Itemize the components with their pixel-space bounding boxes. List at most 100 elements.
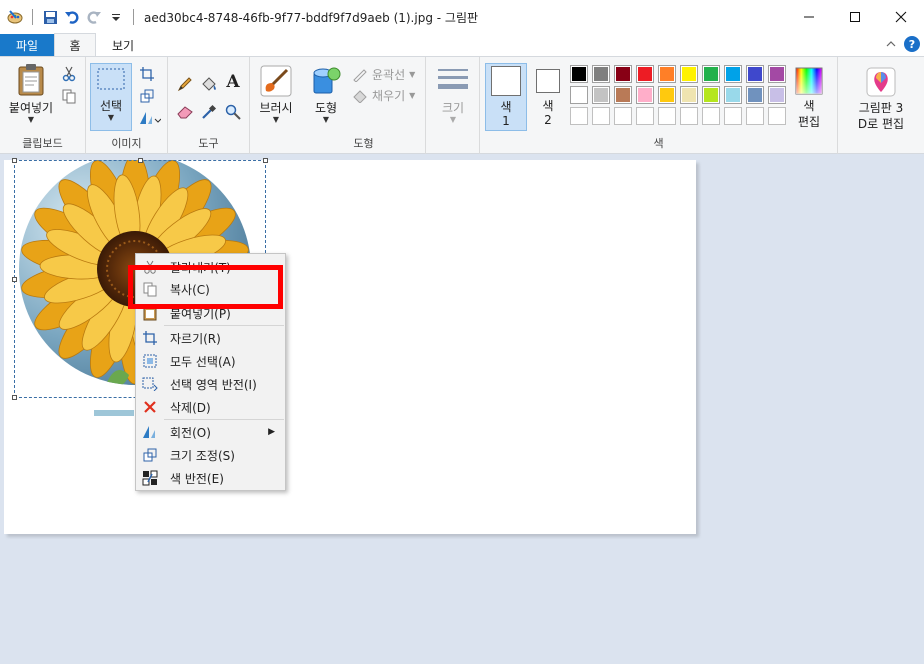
select-button-content[interactable]: 선택 ▼: [90, 67, 132, 122]
color-swatch[interactable]: [658, 86, 676, 104]
selection-handle[interactable]: [12, 158, 17, 163]
title-bar: aed30bc4-8748-46fb-9f77-bddf9f7d9aeb (1)…: [0, 0, 924, 34]
color-swatch[interactable]: [746, 107, 764, 125]
select-all-icon: [136, 354, 164, 368]
color2-swatch: [536, 69, 560, 93]
dropdown-arrow-icon: ▼: [27, 115, 35, 124]
fill-bucket-icon[interactable]: [200, 75, 218, 93]
brushes-button[interactable]: 브러시 ▼: [256, 65, 296, 124]
color-swatch[interactable]: [680, 86, 698, 104]
quick-access-toolbar: [0, 8, 138, 26]
color2-label: 색: [542, 99, 554, 113]
shapes-button[interactable]: 도형 ▼: [308, 65, 344, 124]
selection-handle[interactable]: [12, 395, 17, 400]
edit-with-paint3d-button[interactable]: 그림판 3 D로 편집: [842, 67, 920, 132]
color-swatch[interactable]: [570, 107, 588, 125]
color-swatch[interactable]: [592, 86, 610, 104]
paint3d-group: 그림판 3 D로 편집: [838, 57, 924, 154]
color-swatch[interactable]: [636, 65, 654, 83]
color-picker-icon[interactable]: [200, 103, 218, 121]
menu-item-crop[interactable]: 자르기(R): [136, 327, 285, 349]
crop-icon[interactable]: [138, 65, 156, 83]
pencil-icon[interactable]: [176, 75, 194, 93]
resize-icon[interactable]: [138, 87, 156, 105]
color-swatch[interactable]: [614, 86, 632, 104]
fill-button[interactable]: 채우기 ▼: [352, 87, 415, 104]
color1-label: 색: [500, 100, 512, 114]
minimize-button[interactable]: [786, 0, 832, 34]
color-swatch[interactable]: [658, 65, 676, 83]
customize-toolbar-icon[interactable]: [107, 8, 125, 26]
tools-group: A 도구: [168, 57, 250, 154]
shapes-group: 도형 ▼ 윤곽선 ▼ 채우기 ▼ 도형: [302, 57, 426, 154]
cut-icon[interactable]: [60, 65, 78, 83]
color-swatch[interactable]: [570, 65, 588, 83]
redo-icon[interactable]: [85, 8, 103, 26]
selection-handle[interactable]: [138, 158, 143, 163]
text-tool-icon[interactable]: A: [224, 72, 242, 92]
color-swatch[interactable]: [768, 65, 786, 83]
color-swatch[interactable]: [702, 107, 720, 125]
color-swatch[interactable]: [592, 65, 610, 83]
edit-colors-label-2: 편집: [797, 115, 821, 129]
color-swatch[interactable]: [636, 107, 654, 125]
paint3d-label-1: 그림판 3: [858, 101, 904, 115]
save-icon[interactable]: [41, 8, 59, 26]
size-button[interactable]: 크기 ▼: [434, 67, 472, 124]
color2-button[interactable]: 색 2: [532, 69, 564, 127]
color-swatch[interactable]: [658, 107, 676, 125]
color-swatch[interactable]: [702, 65, 720, 83]
shapes-label: 도형: [314, 101, 338, 115]
separator: [32, 9, 33, 25]
menu-item-rotate[interactable]: 회전(O) ▶: [136, 421, 285, 443]
edit-colors-label-1: 색: [803, 99, 815, 113]
color1-content[interactable]: 색 1: [485, 66, 527, 128]
color-swatch[interactable]: [724, 107, 742, 125]
menu-item-select-all[interactable]: 모두 선택(A): [136, 350, 285, 372]
color-swatch[interactable]: [614, 107, 632, 125]
invert-color-icon: [136, 470, 164, 486]
copy-icon[interactable]: [60, 87, 78, 105]
color-swatch[interactable]: [768, 86, 786, 104]
maximize-button[interactable]: [832, 0, 878, 34]
edit-colors-button[interactable]: 색 편집: [792, 67, 826, 130]
color-swatch[interactable]: [724, 65, 742, 83]
menu-item-invert-selection[interactable]: 선택 영역 반전(I): [136, 373, 285, 395]
menu-item-delete[interactable]: 삭제(D): [136, 396, 285, 418]
line-size-icon: [438, 69, 468, 89]
ribbon: 붙여넣기 ▼ 클립보드 선택 ▼ 이미지 A 도구 브러시 ▼ 도형 ▼ 윤곽선…: [0, 56, 924, 154]
color-swatch[interactable]: [768, 107, 786, 125]
menu-item-resize[interactable]: 크기 조정(S): [136, 444, 285, 466]
color-swatch[interactable]: [724, 86, 742, 104]
color-swatch[interactable]: [614, 65, 632, 83]
selection-handle[interactable]: [12, 277, 17, 282]
menu-item-invert-color[interactable]: 색 반전(E): [136, 467, 285, 489]
outline-button[interactable]: 윤곽선 ▼: [352, 66, 415, 83]
eraser-icon[interactable]: [176, 103, 194, 121]
tab-file[interactable]: 파일: [0, 34, 54, 56]
color-swatch[interactable]: [702, 86, 720, 104]
color-swatch[interactable]: [680, 65, 698, 83]
color-swatch[interactable]: [680, 107, 698, 125]
paste-button[interactable]: 붙여넣기 ▼: [6, 63, 56, 124]
color-swatch[interactable]: [636, 86, 654, 104]
close-button[interactable]: [878, 0, 924, 34]
tab-view[interactable]: 보기: [96, 34, 150, 56]
image-group: 선택 ▼ 이미지: [86, 57, 168, 154]
paint-app-icon[interactable]: [6, 8, 24, 26]
tab-home[interactable]: 홈: [54, 33, 96, 56]
selection-handle[interactable]: [263, 158, 268, 163]
color-swatch[interactable]: [570, 86, 588, 104]
image-group-label: 이미지: [111, 137, 142, 150]
color-swatch[interactable]: [746, 65, 764, 83]
submenu-arrow-icon: ▶: [268, 427, 275, 437]
color-swatch[interactable]: [746, 86, 764, 104]
help-icon[interactable]: ?: [904, 36, 920, 52]
undo-icon[interactable]: [63, 8, 81, 26]
color-swatch[interactable]: [592, 107, 610, 125]
magnifier-icon[interactable]: [224, 103, 242, 121]
rotate-icon[interactable]: [138, 109, 162, 127]
fill-label: 채우기: [372, 89, 406, 103]
collapse-ribbon-icon[interactable]: [886, 37, 896, 51]
clipboard-group-label: 클립보드: [22, 137, 63, 150]
